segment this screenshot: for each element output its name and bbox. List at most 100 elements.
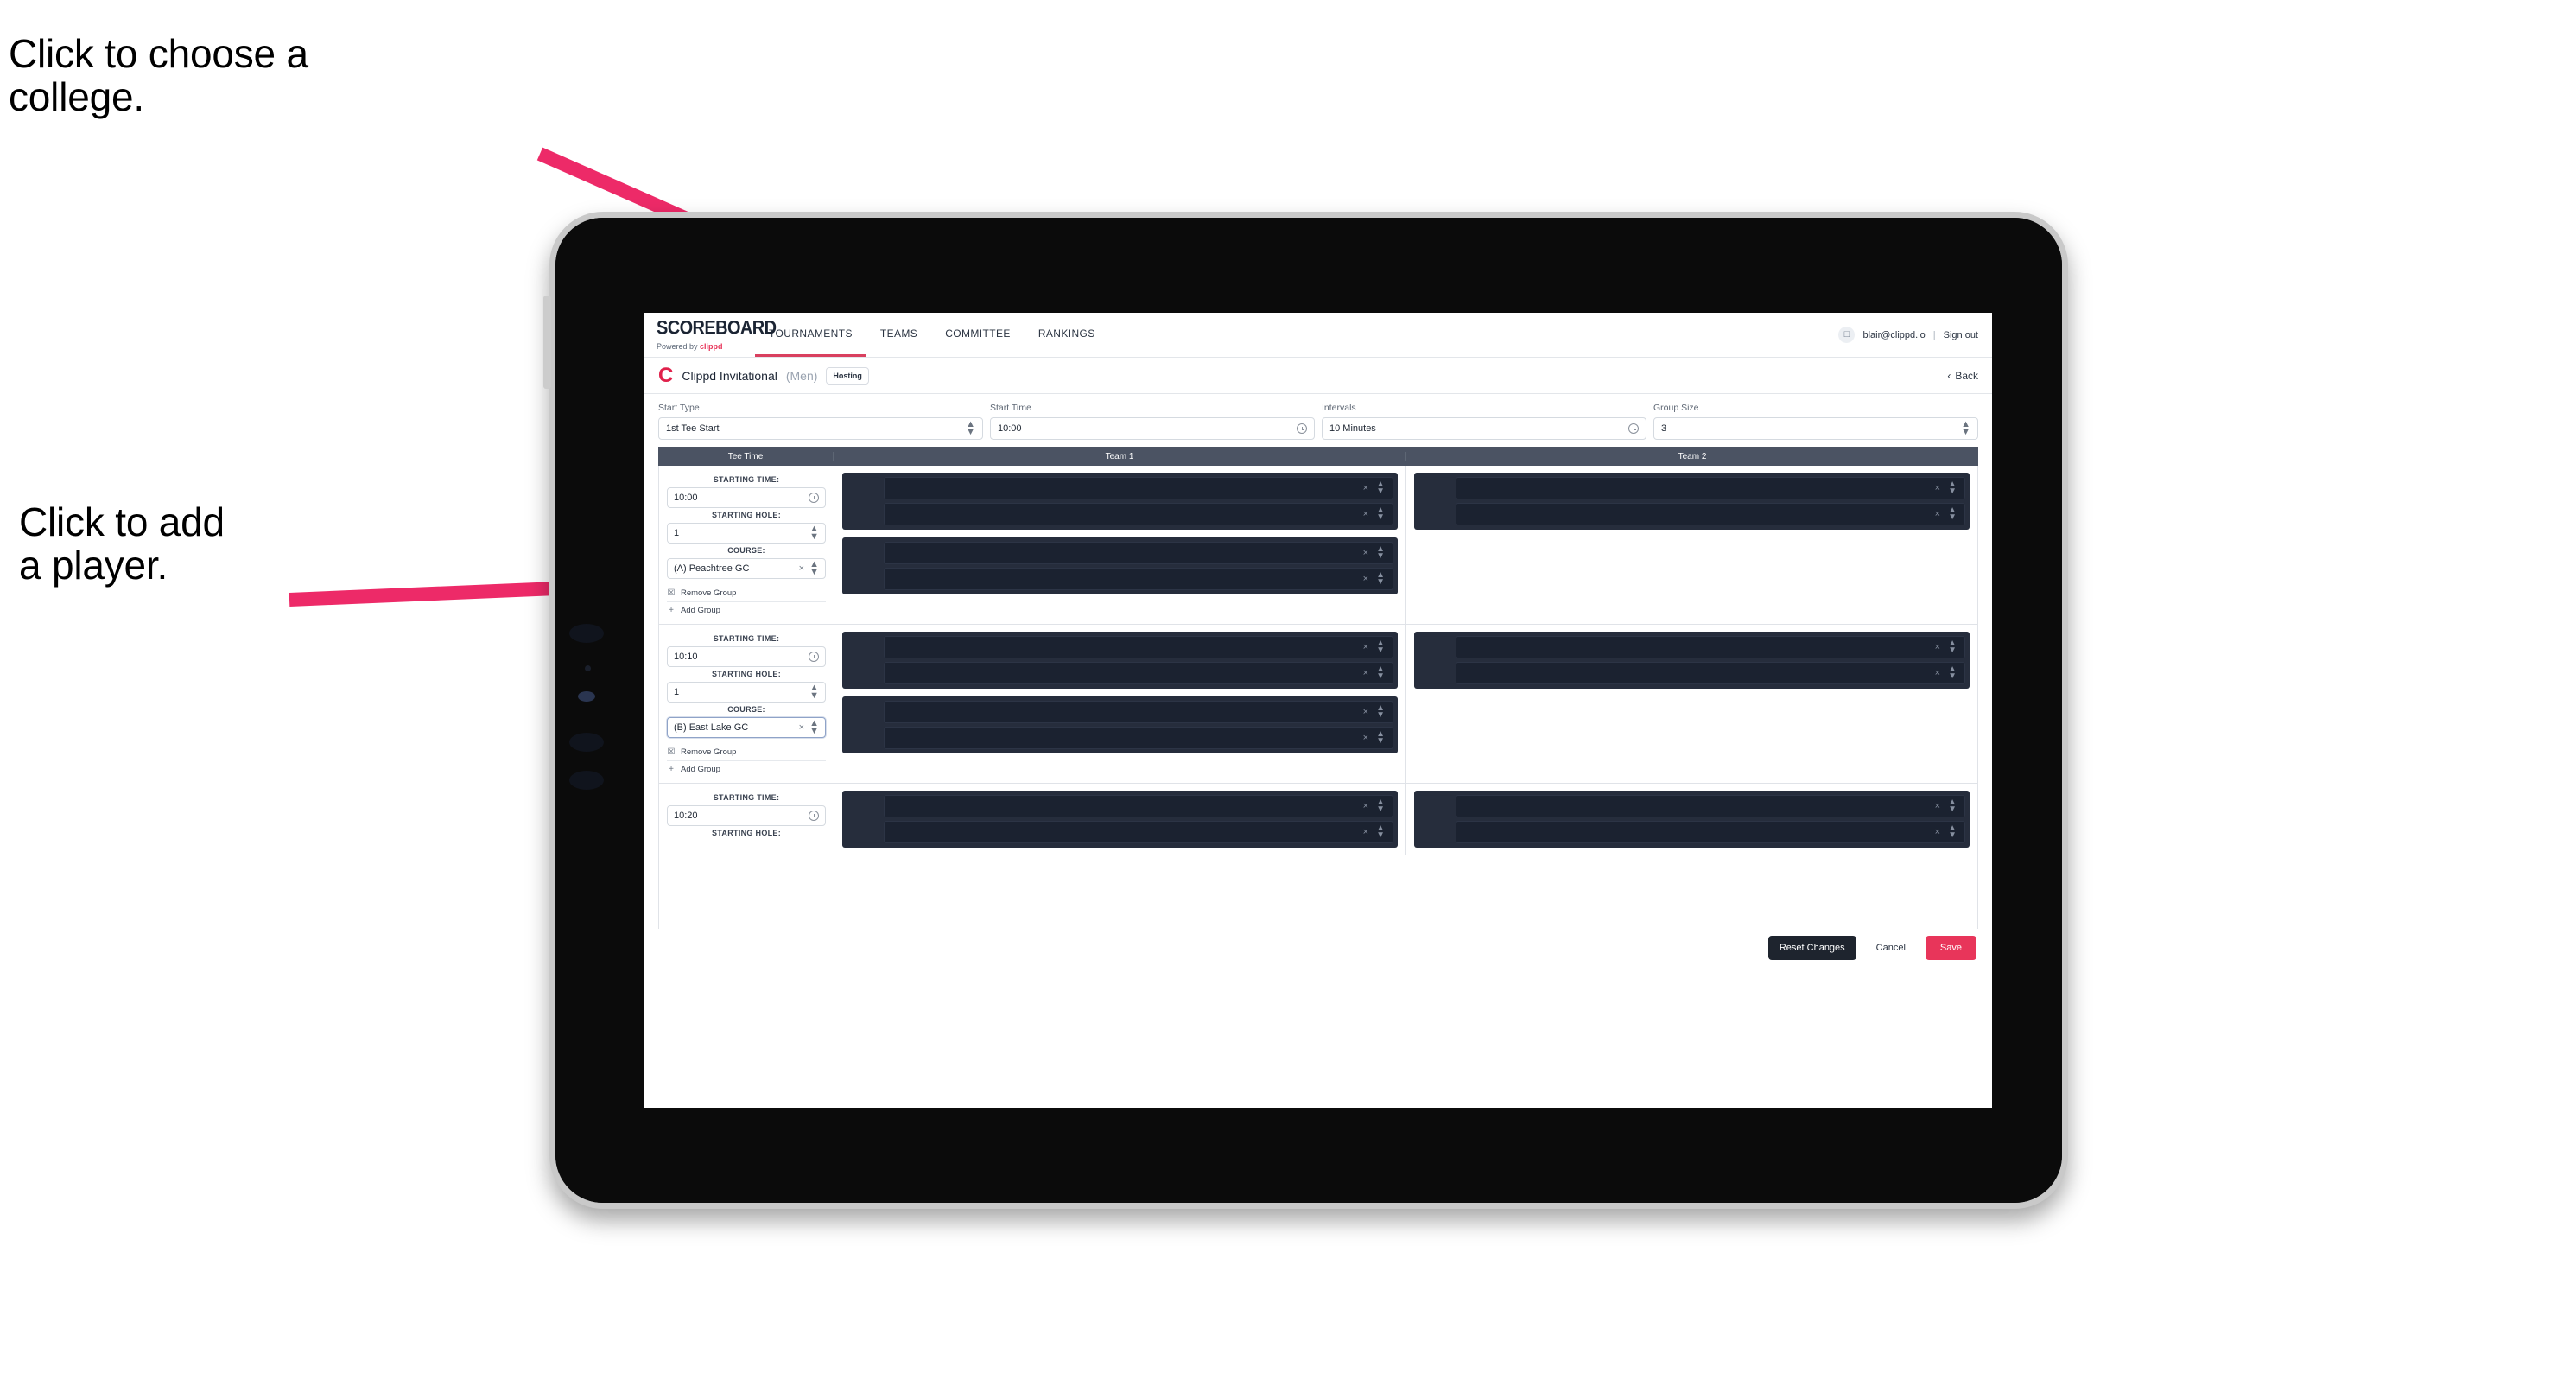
stepper-icon[interactable]: ▲ ▼ <box>1376 704 1385 720</box>
group-size-input[interactable]: 3 ▲ ▼ <box>1653 417 1978 440</box>
clear-icon[interactable]: × <box>1935 801 1940 811</box>
clock-icon[interactable] <box>809 652 819 662</box>
stepper-icon[interactable]: ▲ ▼ <box>1376 639 1385 655</box>
stepper-icon[interactable]: ▲ ▼ <box>1948 798 1957 814</box>
clock-icon[interactable] <box>1628 423 1639 434</box>
clear-icon[interactable]: × <box>799 563 804 574</box>
nav-tab-committee[interactable]: COMMITTEE <box>931 313 1025 357</box>
clock-icon[interactable] <box>809 811 819 821</box>
stepper-icon[interactable]: ▲ ▼ <box>966 420 975 437</box>
player-select-row[interactable]: × ▲ ▼ <box>884 542 1393 564</box>
player-select-row[interactable]: × ▲ ▼ <box>1456 795 1965 817</box>
player-select-row[interactable]: × ▲ ▼ <box>884 821 1393 843</box>
starting-hole-input[interactable]: 1 ▲ ▼ <box>667 523 826 544</box>
start-time-input[interactable]: 10:00 <box>990 417 1315 440</box>
player-select-row[interactable]: × ▲ ▼ <box>1456 636 1965 658</box>
player-select-row[interactable]: × ▲ ▼ <box>884 503 1393 525</box>
player-select-row[interactable]: × ▲ ▼ <box>884 477 1393 499</box>
clear-icon[interactable]: × <box>1363 642 1368 652</box>
player-select-row[interactable]: × ▲ ▼ <box>884 636 1393 658</box>
stepper-icon[interactable]: ▲ ▼ <box>1948 824 1957 840</box>
stepper-icon[interactable]: ▲ ▼ <box>809 683 819 701</box>
stepper-icon[interactable]: ▲ ▼ <box>1948 480 1957 496</box>
stepper-icon[interactable]: ▲ ▼ <box>1376 730 1385 746</box>
field-value: (B) East Lake GC <box>674 722 749 733</box>
course-select[interactable]: (A) Peachtree GC × ▲ ▼ <box>667 558 826 579</box>
starting-time-input[interactable]: 10:10 <box>667 646 826 667</box>
control-value: 1st Tee Start <box>666 423 720 434</box>
reset-changes-button[interactable]: Reset Changes <box>1767 936 1856 960</box>
remove-group-button[interactable]: ☒ Remove Group <box>667 585 826 602</box>
clear-icon[interactable]: × <box>1363 668 1368 678</box>
clear-icon[interactable]: × <box>799 722 804 733</box>
stepper-icon[interactable]: ▲ ▼ <box>809 560 819 577</box>
player-block: × ▲ ▼ × ▲ ▼ <box>842 632 1398 689</box>
start-type-select[interactable]: 1st Tee Start ▲ ▼ <box>658 417 983 440</box>
clear-icon[interactable]: × <box>1935 827 1940 837</box>
player-select-row[interactable]: × ▲ ▼ <box>884 727 1393 749</box>
stepper-icon[interactable]: ▲ ▼ <box>1376 545 1385 561</box>
player-select-row[interactable]: × ▲ ▼ <box>1456 662 1965 684</box>
label-starting-hole: STARTING HOLE: <box>711 511 782 519</box>
brand-title: SCOREBOARD <box>657 317 777 339</box>
stepper-icon[interactable]: ▲ ▼ <box>1376 480 1385 496</box>
back-button[interactable]: ‹ Back <box>1947 370 1978 382</box>
field-value: (A) Peachtree GC <box>674 563 750 574</box>
remove-group-button[interactable]: ☒ Remove Group <box>667 744 826 761</box>
clear-icon[interactable]: × <box>1363 827 1368 837</box>
label-starting-hole: STARTING HOLE: <box>711 670 782 678</box>
player-select-row[interactable]: × ▲ ▼ <box>884 795 1393 817</box>
volume-button[interactable] <box>543 296 551 389</box>
player-select-row[interactable]: × ▲ ▼ <box>884 701 1393 723</box>
player-block: × ▲ ▼ × ▲ ▼ <box>1414 791 1970 848</box>
stepper-icon[interactable]: ▲ ▼ <box>1376 798 1385 814</box>
stepper-icon[interactable]: ▲ ▼ <box>1948 506 1957 522</box>
starting-time-input[interactable]: 10:20 <box>667 805 826 826</box>
clear-icon[interactable]: × <box>1935 509 1940 519</box>
sign-out-link[interactable]: Sign out <box>1944 330 1978 340</box>
player-select-row[interactable]: × ▲ ▼ <box>884 662 1393 684</box>
clear-icon[interactable]: × <box>1363 707 1368 717</box>
clear-icon[interactable]: × <box>1935 668 1940 678</box>
clear-icon[interactable]: × <box>1363 548 1368 558</box>
stepper-icon[interactable]: ▲ ▼ <box>1948 639 1957 655</box>
add-group-button[interactable]: + Add Group <box>667 761 826 778</box>
clear-icon[interactable]: × <box>1363 733 1368 743</box>
starting-hole-input[interactable]: 1 ▲ ▼ <box>667 682 826 703</box>
nav-tab-teams[interactable]: TEAMS <box>866 313 931 357</box>
clear-icon[interactable]: × <box>1935 642 1940 652</box>
stepper-icon[interactable]: ▲ ▼ <box>809 525 819 542</box>
stepper-icon[interactable]: ▲ ▼ <box>1376 571 1385 587</box>
user-icon[interactable]: ☐ <box>1838 327 1856 343</box>
player-select-row[interactable]: × ▲ ▼ <box>1456 477 1965 499</box>
brand-logo[interactable]: SCOREBOARD Powered by clippd <box>644 313 777 357</box>
stepper-icon[interactable]: ▲ ▼ <box>1376 506 1385 522</box>
control-value: 10:00 <box>998 423 1022 434</box>
clear-icon[interactable]: × <box>1363 801 1368 811</box>
starting-time-input[interactable]: 10:00 <box>667 487 826 508</box>
table-body[interactable]: STARTING TIME: 10:00 STARTING HOLE: 1 ▲ ▼… <box>658 466 1978 929</box>
clear-icon[interactable]: × <box>1363 574 1368 584</box>
nav-tab-rankings[interactable]: RANKINGS <box>1025 313 1109 357</box>
clear-icon[interactable]: × <box>1363 509 1368 519</box>
cancel-button[interactable]: Cancel <box>1869 936 1913 960</box>
save-button[interactable]: Save <box>1925 936 1976 960</box>
stepper-icon[interactable]: ▲ ▼ <box>1376 824 1385 840</box>
clock-icon[interactable] <box>809 493 819 503</box>
player-select-row[interactable]: × ▲ ▼ <box>884 568 1393 590</box>
clear-icon[interactable]: × <box>1935 483 1940 493</box>
stepper-icon[interactable]: ▲ ▼ <box>1961 420 1970 437</box>
course-select[interactable]: (B) East Lake GC × ▲ ▼ <box>667 717 826 738</box>
stepper-icon[interactable]: ▲ ▼ <box>1376 665 1385 681</box>
tee-sheet-table: Tee Time Team 1 Team 2 STARTING TIME: 10… <box>644 447 1992 929</box>
clear-icon[interactable]: × <box>1363 483 1368 493</box>
player-select-row[interactable]: × ▲ ▼ <box>1456 503 1965 525</box>
annotation-choose-college: Click to choose a college. <box>9 31 308 119</box>
stepper-icon[interactable]: ▲ ▼ <box>809 719 819 736</box>
label-starting-time: STARTING TIME: <box>713 793 780 802</box>
intervals-input[interactable]: 10 Minutes <box>1322 417 1646 440</box>
player-select-row[interactable]: × ▲ ▼ <box>1456 821 1965 843</box>
stepper-icon[interactable]: ▲ ▼ <box>1948 665 1957 681</box>
add-group-button[interactable]: + Add Group <box>667 602 826 619</box>
clock-icon[interactable] <box>1297 423 1307 434</box>
